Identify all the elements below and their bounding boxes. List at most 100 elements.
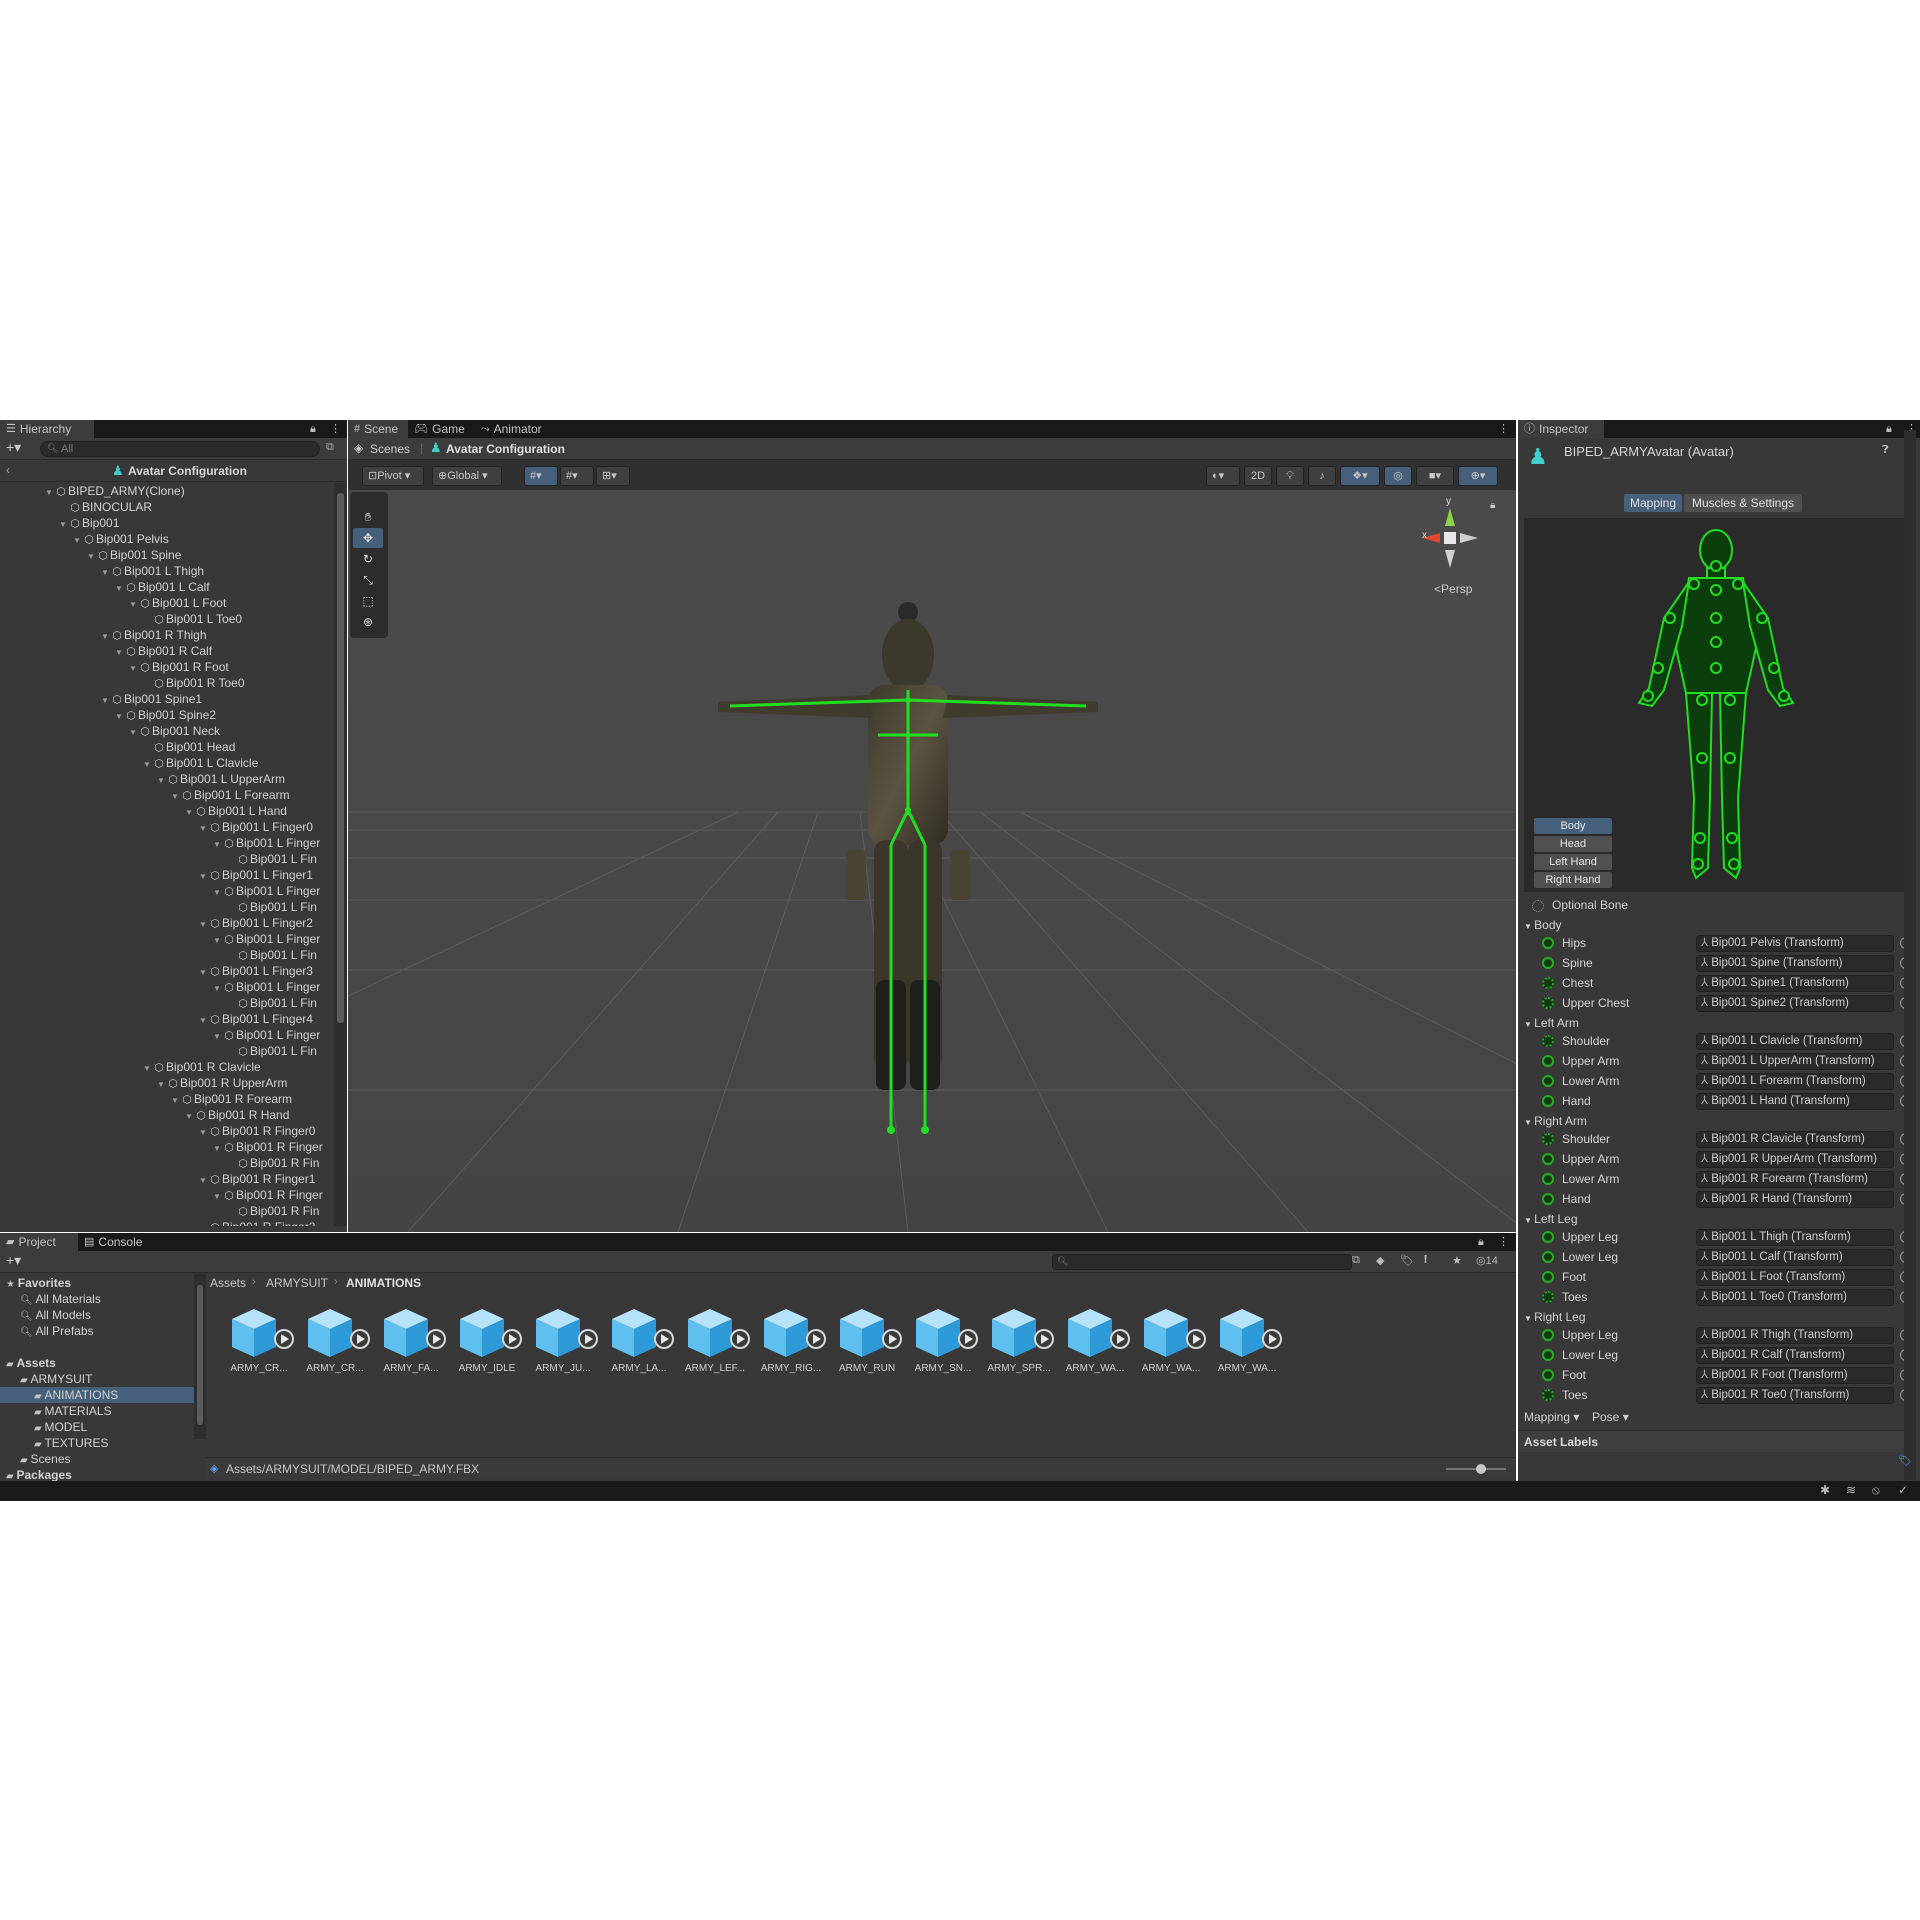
project-tree-item[interactable]: ▰ Assets bbox=[0, 1355, 194, 1371]
cache-server-icon[interactable]: ≋ bbox=[1846, 1483, 1856, 1497]
project-tree-item[interactable]: ▰ ANIMATIONS bbox=[0, 1387, 194, 1403]
bone-transform-field[interactable]: ⅄ Bip001 Pelvis (Transform) bbox=[1696, 935, 1894, 952]
tab-hierarchy[interactable]: ☰ Hierarchy bbox=[0, 420, 94, 438]
hierarchy-item[interactable]: ⬡ Bip001 L Fin bbox=[0, 947, 317, 963]
project-tree-item[interactable]: 🔍︎ All Prefabs bbox=[0, 1323, 194, 1339]
hierarchy-scrollbar[interactable] bbox=[334, 483, 347, 1226]
bone-transform-field[interactable]: ⅄ Bip001 Spine1 (Transform) bbox=[1696, 975, 1894, 992]
hierarchy-item[interactable]: ▼ ⬡ Bip001 L Finger bbox=[0, 931, 320, 947]
hierarchy-search-input[interactable]: 🔍︎ All bbox=[40, 441, 320, 457]
bone-transform-field[interactable]: ⅄ Bip001 Spine (Transform) bbox=[1696, 955, 1894, 972]
project-tree-item[interactable]: ▰ ARMYSUIT bbox=[0, 1371, 194, 1387]
hierarchy-item[interactable]: ⬡ Bip001 L Fin bbox=[0, 899, 317, 915]
move-tool[interactable]: ✥ bbox=[353, 528, 383, 548]
bone-transform-field[interactable]: ⅄ Bip001 R Toe0 (Transform) bbox=[1696, 1387, 1894, 1404]
lock-icon[interactable]: 🔒︎ bbox=[310, 420, 316, 438]
scale-tool[interactable]: ⤡ bbox=[353, 570, 383, 590]
animation-asset[interactable]: ARMY_WA... bbox=[1210, 1305, 1284, 1375]
project-tree-item[interactable]: ▰ MODEL bbox=[0, 1419, 194, 1435]
tab-animator[interactable]: ⤳ Animator bbox=[475, 420, 552, 438]
label-tag-icon[interactable]: 🏷︎ bbox=[1898, 1454, 1912, 1467]
body-tab-left-hand[interactable]: Left Hand bbox=[1534, 854, 1612, 870]
animation-asset[interactable]: ARMY_IDLE bbox=[450, 1305, 524, 1375]
hierarchy-item[interactable]: ▼ ⬡ Bip001 R Finger1 bbox=[0, 1171, 315, 1187]
back-icon[interactable]: ‹ bbox=[6, 463, 10, 477]
project-tree-item[interactable]: ★ Favorites bbox=[0, 1275, 194, 1291]
add-icon[interactable]: +▾ bbox=[6, 439, 21, 456]
hierarchy-item[interactable]: ▼ ⬡ Bip001 L Finger2 bbox=[0, 915, 313, 931]
rect-tool[interactable]: ⬚ bbox=[353, 591, 383, 611]
gizmo-lock-icon[interactable]: 🔒︎ bbox=[1490, 500, 1495, 511]
hierarchy-item[interactable]: ▼ ⬡ Bip001 L UpperArm bbox=[0, 771, 285, 787]
bone-transform-field[interactable]: ⅄ Bip001 L Foot (Transform) bbox=[1696, 1269, 1894, 1286]
bone-transform-field[interactable]: ⅄ Bip001 L Thigh (Transform) bbox=[1696, 1229, 1894, 1246]
project-tree-item[interactable]: ▰ MATERIALS bbox=[0, 1403, 194, 1419]
body-tab-head[interactable]: Head bbox=[1534, 836, 1612, 852]
tab-project[interactable]: ▰ Project bbox=[0, 1233, 78, 1251]
mapping-dropdown[interactable]: Mapping ▾ bbox=[1524, 1408, 1588, 1426]
folder-tree-scrollbar[interactable] bbox=[194, 1273, 206, 1439]
animation-asset[interactable]: ARMY_SN... bbox=[906, 1305, 980, 1375]
inspector-scrollbar[interactable] bbox=[1904, 430, 1916, 1480]
hierarchy-item[interactable]: ▼⬡Bip001 R Finger2 bbox=[0, 1219, 315, 1226]
bone-transform-field[interactable]: ⅄ Bip001 L Clavicle (Transform) bbox=[1696, 1033, 1894, 1050]
animation-asset[interactable]: ARMY_WA... bbox=[1058, 1305, 1132, 1375]
bone-transform-field[interactable]: ⅄ Bip001 L Hand (Transform) bbox=[1696, 1093, 1894, 1110]
icon-size-slider[interactable] bbox=[1446, 1464, 1506, 1474]
bone-transform-field[interactable]: ⅄ Bip001 L Toe0 (Transform) bbox=[1696, 1289, 1894, 1306]
hierarchy-item[interactable]: ⬡ Bip001 R Fin bbox=[0, 1203, 319, 1219]
hierarchy-item[interactable]: ⬡ Bip001 L Fin bbox=[0, 851, 317, 867]
breadcrumb-current[interactable]: Avatar Configuration bbox=[446, 442, 565, 456]
animation-asset[interactable]: ARMY_RUN bbox=[830, 1305, 904, 1375]
expand-triangle-icon[interactable]: ▼ bbox=[198, 1221, 208, 1226]
lighting-toggle[interactable]: 💡︎ bbox=[1276, 466, 1304, 486]
hierarchy-item[interactable]: ▼ ⬡ Bip001 L Finger bbox=[0, 979, 320, 995]
scene-visibility-toggle[interactable]: ◎ bbox=[1384, 466, 1412, 486]
animation-asset[interactable]: ARMY_LEF... bbox=[678, 1305, 752, 1375]
bone-transform-field[interactable]: ⅄ Bip001 R Forearm (Transform) bbox=[1696, 1171, 1894, 1188]
camera-dropdown[interactable]: ■▾ bbox=[1416, 466, 1454, 486]
pose-dropdown[interactable]: Pose ▾ bbox=[1592, 1408, 1636, 1426]
project-tree-item[interactable]: 🔍︎ All Materials bbox=[0, 1291, 194, 1307]
project-tree-item[interactable]: ▰ Packages bbox=[0, 1467, 194, 1481]
increment-snap-button[interactable]: ⊞▾ bbox=[596, 466, 630, 486]
rotate-tool[interactable]: ↻ bbox=[353, 549, 383, 569]
tab-mapping[interactable]: Mapping bbox=[1624, 494, 1682, 512]
hierarchy-item[interactable]: ⬡ Bip001 L Toe0 bbox=[0, 611, 242, 627]
animation-asset[interactable]: ARMY_CR... bbox=[298, 1305, 372, 1375]
project-tree-item[interactable]: 🔍︎ All Models bbox=[0, 1307, 194, 1323]
bone-section-header[interactable]: ▼ Body bbox=[1524, 916, 1562, 934]
status-check-icon[interactable]: ✓ bbox=[1898, 1483, 1908, 1497]
audio-toggle[interactable]: ♪ bbox=[1308, 466, 1336, 486]
hierarchy-item[interactable]: ▼ ⬡ Bip001 Pelvis bbox=[0, 531, 169, 547]
bone-section-header[interactable]: ▼ Right Leg bbox=[1524, 1308, 1586, 1326]
auto-generate-lighting-icon[interactable]: ⦸ bbox=[1872, 1483, 1880, 1498]
hierarchy-item[interactable]: ▼ ⬡ Bip001 R Finger bbox=[0, 1139, 323, 1155]
bone-transform-field[interactable]: ⅄ Bip001 R Thigh (Transform) bbox=[1696, 1327, 1894, 1344]
hierarchy-item[interactable]: ▼ ⬡ Bip001 R UpperArm bbox=[0, 1075, 287, 1091]
tab-inspector[interactable]: ⓘ Inspector bbox=[1518, 420, 1604, 438]
hierarchy-item[interactable]: ▼ ⬡ Bip001 L Thigh bbox=[0, 563, 204, 579]
toggle-2d-button[interactable]: 2D bbox=[1244, 466, 1272, 486]
hierarchy-item[interactable]: ▼ ⬡ Bip001 Spine1 bbox=[0, 691, 202, 707]
animation-asset[interactable]: ARMY_JU... bbox=[526, 1305, 600, 1375]
hierarchy-item[interactable]: ⬡ Bip001 L Fin bbox=[0, 995, 317, 1011]
project-add-icon[interactable]: +▾ bbox=[6, 1252, 21, 1269]
grid-visibility-button[interactable]: #▾ bbox=[560, 466, 594, 486]
icon-size-slider-thumb[interactable] bbox=[1476, 1464, 1486, 1474]
scene-viewport[interactable]: x y 🔒︎ <Persp ✋︎ ✥ ↻ ⤡ ⬚ ⊛ bbox=[348, 490, 1516, 1232]
bone-transform-field[interactable]: ⅄ Bip001 R Foot (Transform) bbox=[1696, 1367, 1894, 1384]
hierarchy-item[interactable]: ▼ ⬡ Bip001 L Finger0 bbox=[0, 819, 313, 835]
bone-transform-field[interactable]: ⅄ Bip001 Spine2 (Transform) bbox=[1696, 995, 1894, 1012]
bone-transform-field[interactable]: ⅄ Bip001 R UpperArm (Transform) bbox=[1696, 1151, 1894, 1168]
draw-mode-button[interactable]: ◐▾ bbox=[1206, 466, 1240, 486]
effects-toggle[interactable]: ❖▾ bbox=[1340, 466, 1380, 486]
hierarchy-item[interactable]: ▼ ⬡ Bip001 R Finger0 bbox=[0, 1123, 315, 1139]
hierarchy-item[interactable]: ▼ ⬡ Bip001 L Finger bbox=[0, 1027, 320, 1043]
bone-transform-field[interactable]: ⅄ Bip001 L UpperArm (Transform) bbox=[1696, 1053, 1894, 1070]
debug-bug-icon[interactable]: ✱ bbox=[1820, 1483, 1830, 1497]
body-tab-right-hand[interactable]: Right Hand bbox=[1534, 872, 1612, 888]
bone-transform-field[interactable]: ⅄ Bip001 R Calf (Transform) bbox=[1696, 1347, 1894, 1364]
project-tree-item[interactable]: ▰ TEXTURES bbox=[0, 1435, 194, 1451]
transform-tool[interactable]: ⊛ bbox=[353, 612, 383, 632]
